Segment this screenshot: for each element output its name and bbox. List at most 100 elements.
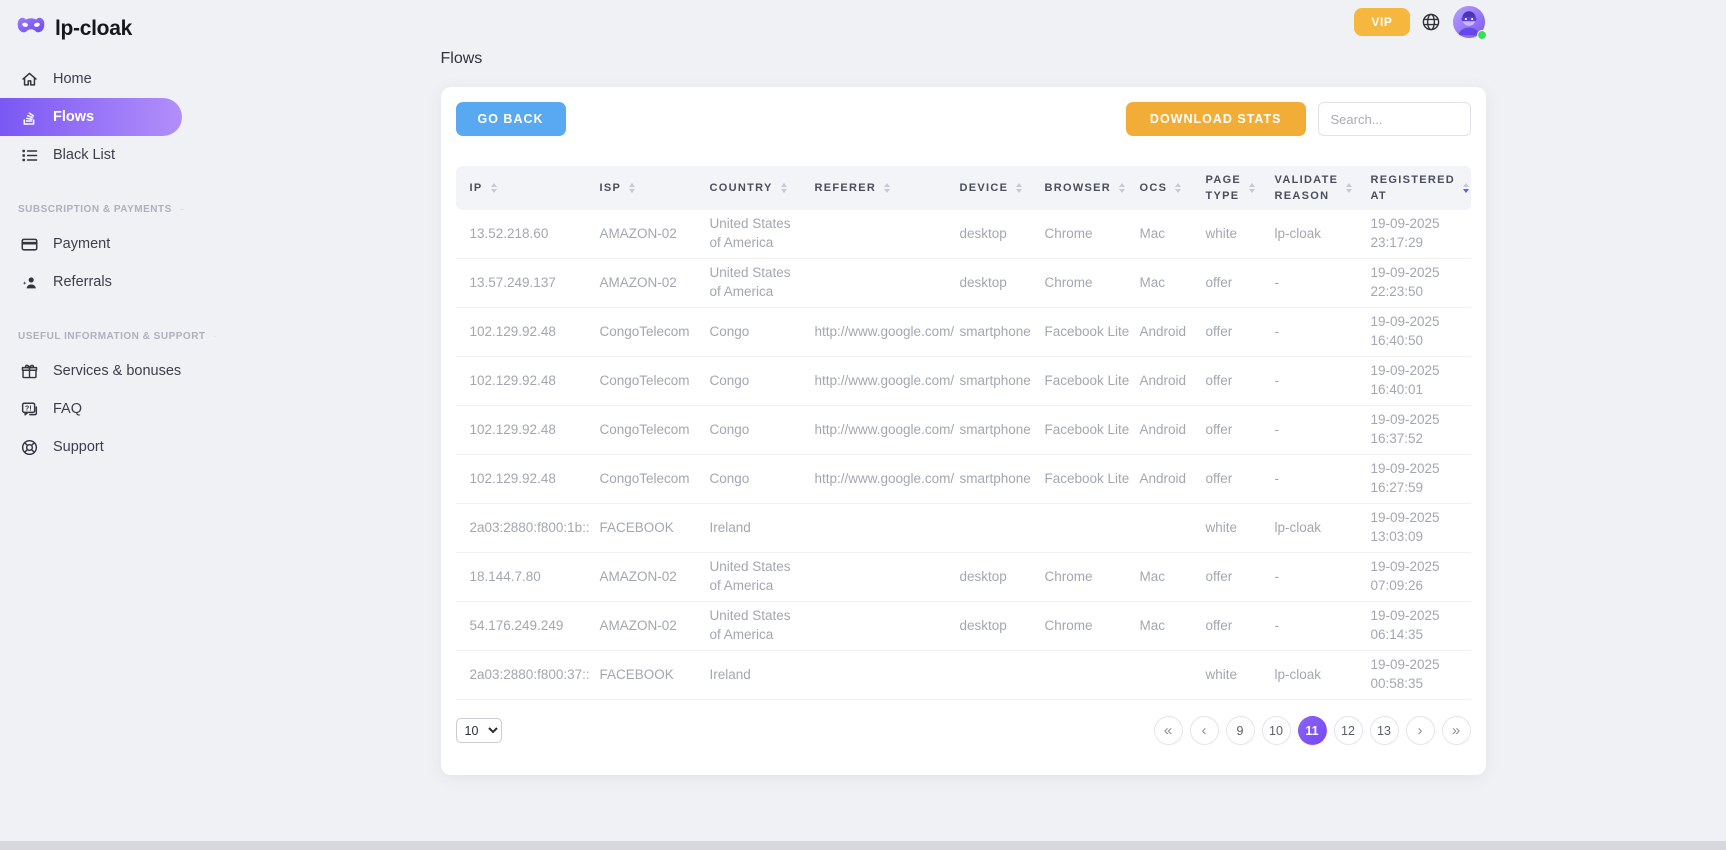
col-header-ip[interactable]: IP: [456, 166, 590, 210]
sort-icon: [491, 183, 497, 193]
table-row: 2a03:2880:f800:1b:: FACEBOOK Ireland whi…: [456, 504, 1471, 553]
pagination-page-button-active[interactable]: 11: [1298, 716, 1327, 745]
sidebar-item-home[interactable]: Home: [0, 60, 200, 98]
cell-page-type: white: [1196, 504, 1265, 553]
cell-ip: 18.144.7.80: [456, 553, 590, 602]
cell-page-type: white: [1196, 210, 1265, 259]
col-header-referer[interactable]: REFERER: [805, 166, 950, 210]
registered-time: 22:23:50: [1371, 283, 1461, 302]
cell-page-type: offer: [1196, 406, 1265, 455]
cell-browser: Facebook Lite: [1035, 455, 1130, 504]
sidebar-item-referrals[interactable]: Referrals: [0, 263, 200, 301]
main-area: VIP: [200, 0, 1726, 850]
sidebar-section-support: USEFUL INFORMATION & SUPPORT: [0, 331, 200, 342]
cell-validate-reason: lp-cloak: [1265, 651, 1361, 700]
cell-country: Congo: [700, 455, 805, 504]
registered-time: 23:17:29: [1371, 234, 1461, 253]
referrals-icon: [19, 273, 39, 292]
cell-validate-reason: -: [1265, 357, 1361, 406]
sort-icon: [629, 183, 635, 193]
cell-country: Ireland: [700, 651, 805, 700]
col-header-page-type[interactable]: PAGE TYPE: [1196, 166, 1265, 210]
table-row: 13.52.218.60 AMAZON-02 United States of …: [456, 210, 1471, 259]
cell-registered-at: 19-09-2025 00:58:35: [1361, 651, 1471, 700]
cell-device: desktop: [950, 553, 1035, 602]
pagination-page-button[interactable]: 9: [1226, 716, 1255, 745]
col-header-country[interactable]: COUNTRY: [700, 166, 805, 210]
table-row: 102.129.92.48 CongoTelecom Congo http://…: [456, 308, 1471, 357]
sidebar-item-label: Support: [53, 439, 104, 455]
cell-ocs: [1130, 651, 1196, 700]
cell-country: Congo: [700, 357, 805, 406]
pagination-prev-button[interactable]: ‹: [1190, 716, 1219, 745]
avatar[interactable]: [1452, 5, 1486, 39]
black-list-icon: [19, 146, 39, 165]
cell-isp: FACEBOOK: [590, 651, 700, 700]
sidebar-item-flows[interactable]: Flows: [0, 98, 182, 136]
sidebar-item-faq[interactable]: ?! FAQ: [0, 390, 200, 428]
brand-name: lp-cloak: [55, 17, 132, 41]
registered-date: 19-09-2025: [1371, 215, 1461, 234]
cell-referer: http://www.google.com/: [805, 406, 950, 455]
cell-ip: 13.57.249.137: [456, 259, 590, 308]
cell-isp: CongoTelecom: [590, 455, 700, 504]
cell-ocs: Mac: [1130, 210, 1196, 259]
cell-browser: Chrome: [1035, 259, 1130, 308]
brand-logo[interactable]: lp-cloak: [0, 12, 200, 60]
svg-text:?!: ?!: [24, 403, 31, 412]
cell-ip: 102.129.92.48: [456, 308, 590, 357]
cell-ocs: Mac: [1130, 553, 1196, 602]
cell-device: smartphone: [950, 455, 1035, 504]
pagination-page-button[interactable]: 10: [1262, 716, 1291, 745]
registered-time: 06:14:35: [1371, 626, 1461, 645]
registered-time: 16:40:01: [1371, 381, 1461, 400]
search-input[interactable]: [1318, 102, 1471, 136]
cell-device: [950, 504, 1035, 553]
col-header-ocs[interactable]: OCS: [1130, 166, 1196, 210]
rows-per-page-select[interactable]: 10: [456, 718, 502, 743]
cell-registered-at: 19-09-2025 22:23:50: [1361, 259, 1471, 308]
page-title: Flows: [441, 50, 1486, 68]
col-header-registered-at[interactable]: REGISTERED AT: [1361, 166, 1471, 210]
table-row: 102.129.92.48 CongoTelecom Congo http://…: [456, 406, 1471, 455]
sidebar-item-support[interactable]: Support: [0, 428, 200, 466]
cell-isp: FACEBOOK: [590, 504, 700, 553]
sort-icon: [884, 183, 890, 193]
pagination: « ‹ 9 10 11 12 13 › »: [1154, 716, 1471, 745]
registered-date: 19-09-2025: [1371, 460, 1461, 479]
vip-button[interactable]: VIP: [1354, 8, 1409, 36]
cell-isp: CongoTelecom: [590, 308, 700, 357]
cell-device: [950, 651, 1035, 700]
pagination-first-button[interactable]: «: [1154, 716, 1183, 745]
pagination-page-button[interactable]: 13: [1370, 716, 1399, 745]
cell-browser: Chrome: [1035, 602, 1130, 651]
table-row: 2a03:2880:f800:37:: FACEBOOK Ireland whi…: [456, 651, 1471, 700]
col-header-validate-reason[interactable]: VALIDATE REASON: [1265, 166, 1361, 210]
support-icon: [19, 438, 39, 457]
col-header-browser[interactable]: BROWSER: [1035, 166, 1130, 210]
pagination-last-button[interactable]: »: [1442, 716, 1471, 745]
card-toolbar: GO BACK DOWNLOAD STATS: [456, 102, 1471, 136]
pagination-page-button[interactable]: 12: [1334, 716, 1363, 745]
flows-table: IP ISP COUNTRY REFERER DEVICE BROWSER OC…: [456, 166, 1471, 700]
sidebar-item-services-bonuses[interactable]: Services & bonuses: [0, 352, 200, 390]
sidebar-item-black-list[interactable]: Black List: [0, 136, 200, 174]
cell-referer: [805, 651, 950, 700]
col-header-device[interactable]: DEVICE: [950, 166, 1035, 210]
cell-validate-reason: -: [1265, 259, 1361, 308]
sidebar: lp-cloak Home Flows Black List SUBSCRIPT…: [0, 0, 200, 850]
cell-registered-at: 19-09-2025 06:14:35: [1361, 602, 1471, 651]
sort-icon-active: [1463, 183, 1469, 193]
download-stats-button[interactable]: DOWNLOAD STATS: [1126, 102, 1306, 136]
cell-isp: CongoTelecom: [590, 357, 700, 406]
go-back-button[interactable]: GO BACK: [456, 102, 566, 136]
cell-registered-at: 19-09-2025 13:03:09: [1361, 504, 1471, 553]
cell-referer: http://www.google.com/: [805, 308, 950, 357]
table-footer: 10 « ‹ 9 10 11 12 13 › »: [456, 716, 1471, 745]
globe-icon[interactable]: [1421, 12, 1441, 32]
mask-icon: [16, 16, 46, 42]
col-header-isp[interactable]: ISP: [590, 166, 700, 210]
registered-date: 19-09-2025: [1371, 509, 1461, 528]
sidebar-item-payment[interactable]: Payment: [0, 225, 200, 263]
pagination-next-button[interactable]: ›: [1406, 716, 1435, 745]
